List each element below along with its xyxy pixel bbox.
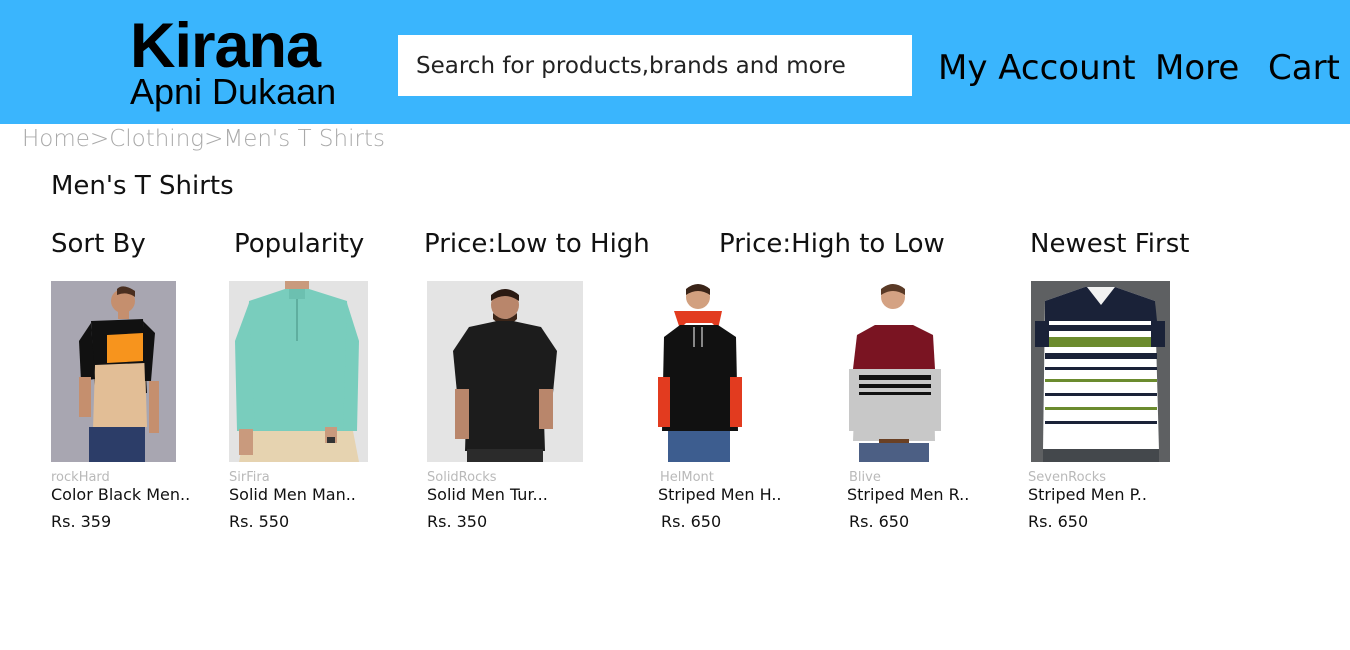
product-brand: HelMont <box>660 470 714 485</box>
logo-subtitle: Apni Dukaan <box>130 71 337 112</box>
product-brand: SolidRocks <box>427 470 497 485</box>
product-price: Rs. 650 <box>1028 512 1089 531</box>
product-image[interactable] <box>847 281 943 462</box>
site-logo[interactable]: Kirana Apni Dukaan <box>130 14 350 110</box>
product-brand: SevenRocks <box>1028 470 1107 485</box>
tshirt-photo-icon <box>229 281 368 462</box>
product-image[interactable] <box>656 281 744 462</box>
product-brand: Blive <box>849 470 881 485</box>
product-price: Rs. 650 <box>849 512 910 531</box>
product-image[interactable] <box>229 281 368 462</box>
logo-title: Kirana <box>130 11 321 81</box>
tshirt-photo-icon <box>427 281 583 462</box>
nav-more[interactable]: More <box>1155 48 1239 88</box>
sort-price-high-low[interactable]: Price:High to Low <box>719 228 945 260</box>
search-input[interactable]: Search for products,brands and more <box>398 35 912 96</box>
top-header: Kirana Apni Dukaan Search for products,b… <box>0 0 1350 124</box>
sort-price-low-high[interactable]: Price:Low to High <box>424 228 650 260</box>
product-price: Rs. 359 <box>51 512 112 531</box>
breadcrumb[interactable]: Home>Clothing>Men's T Shirts <box>22 124 385 154</box>
product-image[interactable] <box>427 281 583 462</box>
product-image[interactable] <box>51 281 176 462</box>
nav-cart[interactable]: Cart <box>1268 48 1340 88</box>
product-price: Rs. 650 <box>661 512 722 531</box>
nav-my-account[interactable]: My Account <box>938 48 1136 88</box>
tshirt-photo-icon <box>847 281 943 462</box>
page-title: Men's T Shirts <box>51 171 234 201</box>
tshirt-photo-icon <box>656 281 744 462</box>
product-image[interactable] <box>1031 281 1170 462</box>
sort-newest-first[interactable]: Newest First <box>1030 228 1189 260</box>
product-brand: rockHard <box>51 470 110 485</box>
product-name[interactable]: Striped Men R.. <box>847 485 969 505</box>
product-listing-page: Kirana Apni Dukaan Search for products,b… <box>0 0 1350 650</box>
product-name[interactable]: Solid Men Tur... <box>427 485 548 505</box>
sort-by-label: Sort By <box>51 229 146 259</box>
product-name[interactable]: Striped Men P.. <box>1028 485 1147 505</box>
product-price: Rs. 350 <box>427 512 488 531</box>
product-price: Rs. 550 <box>229 512 290 531</box>
product-name[interactable]: Color Black Men.. <box>51 485 190 505</box>
tshirt-photo-icon <box>51 281 176 462</box>
sort-popularity[interactable]: Popularity <box>234 228 364 260</box>
search-placeholder: Search for products,brands and more <box>416 52 846 79</box>
product-name[interactable]: Solid Men Man.. <box>229 485 356 505</box>
product-brand: SirFira <box>229 470 270 485</box>
product-name[interactable]: Striped Men H.. <box>658 485 782 505</box>
tshirt-photo-icon <box>1031 281 1170 462</box>
